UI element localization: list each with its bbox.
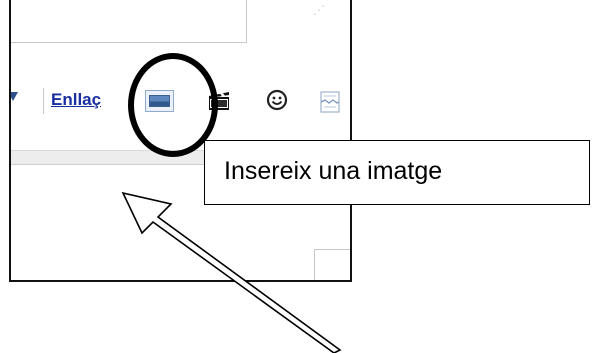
dropdown-arrow-icon[interactable] bbox=[11, 92, 18, 101]
annotation-arrow bbox=[121, 191, 342, 353]
title-input[interactable] bbox=[11, 0, 247, 43]
page-break-icon[interactable] bbox=[318, 90, 342, 114]
toolbar-separator bbox=[43, 88, 44, 114]
smiley-icon[interactable] bbox=[265, 88, 289, 112]
resize-grip-icon[interactable]: ⋰ bbox=[313, 4, 327, 18]
